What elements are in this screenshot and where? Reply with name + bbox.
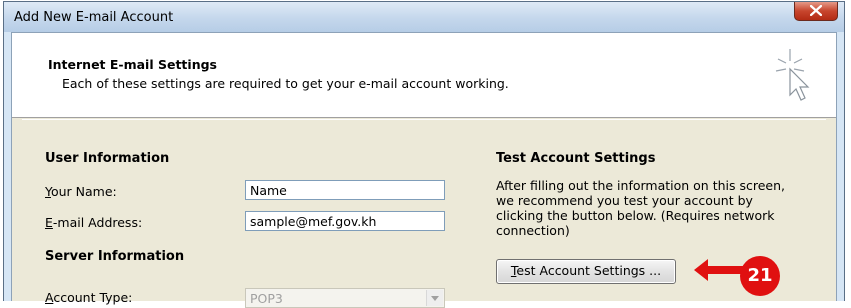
email-address-input[interactable]: sample@mef.gov.kh: [245, 211, 445, 231]
account-type-value: POP3: [250, 291, 283, 306]
cursor-sparkle-icon: [775, 49, 810, 101]
user-information-heading: User Information: [45, 151, 170, 166]
step-number-badge: 21: [740, 256, 780, 296]
your-name-input[interactable]: Name: [245, 180, 445, 200]
test-account-settings-button[interactable]: Test Account Settings ...: [496, 259, 676, 284]
title-bar[interactable]: Add New E-mail Account: [4, 2, 844, 32]
test-account-description: After filling out the information on thi…: [496, 178, 786, 238]
account-type-dropdown-button[interactable]: [426, 290, 443, 306]
header-title: Internet E-mail Settings: [48, 57, 217, 72]
test-account-settings-heading: Test Account Settings: [496, 151, 656, 166]
server-information-heading: Server Information: [45, 249, 185, 264]
close-icon: [810, 5, 822, 16]
header-divider: [22, 119, 826, 120]
close-button[interactable]: [794, 2, 838, 21]
dialog-body: Internet E-mail Settings Each of these s…: [11, 32, 837, 308]
your-name-label: Your Name:: [45, 184, 117, 199]
dialog-window: Add New E-mail Account Internet E-mail S…: [3, 1, 845, 308]
account-type-label: Account Type:: [45, 290, 133, 305]
header-subtitle: Each of these settings are required to g…: [62, 76, 509, 91]
account-type-select[interactable]: POP3: [245, 288, 445, 308]
chevron-down-icon: [431, 296, 439, 301]
email-address-label: E-mail Address:: [45, 215, 143, 230]
window-title: Add New E-mail Account: [14, 10, 174, 25]
header-panel: Internet E-mail Settings Each of these s…: [12, 33, 836, 118]
